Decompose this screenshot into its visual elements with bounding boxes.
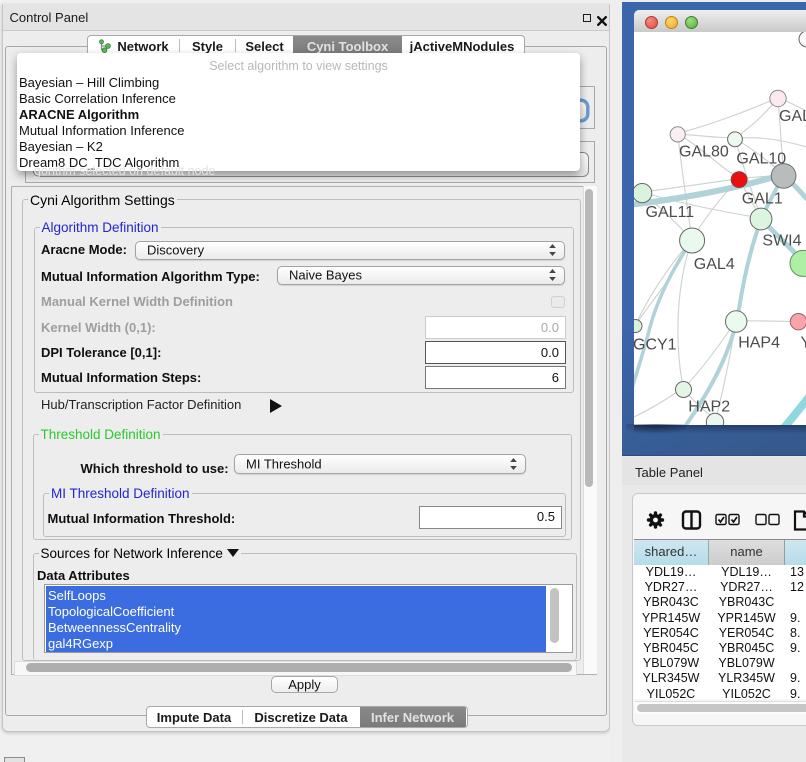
svg-text:HAP4: HAP4	[738, 335, 780, 352]
svg-text:GAL11: GAL11	[646, 204, 695, 221]
svg-text:SWI4: SWI4	[762, 233, 801, 250]
svg-text:GAL2: GAL2	[779, 108, 806, 125]
svg-text:GAL10: GAL10	[736, 151, 786, 168]
svg-text:GCY1: GCY1	[634, 336, 677, 353]
svg-text:GAL4: GAL4	[694, 256, 735, 273]
svg-text:GAL1: GAL1	[742, 191, 783, 208]
svg-text:HAP2: HAP2	[688, 399, 730, 416]
svg-text:YJ: YJ	[801, 335, 806, 352]
svg-text:GAL80: GAL80	[679, 144, 729, 161]
